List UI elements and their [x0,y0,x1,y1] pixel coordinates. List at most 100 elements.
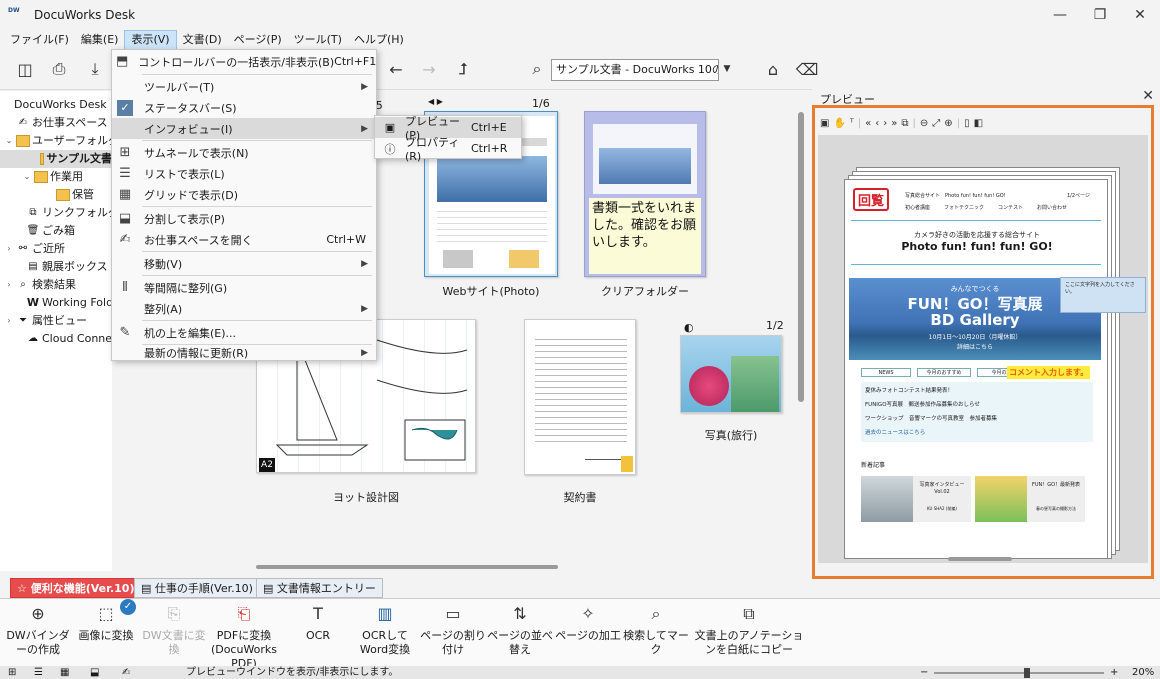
chevron-right-icon[interactable]: › [4,240,14,258]
menu-item-toolbar[interactable]: ツールバー(T) ▶ [112,76,376,97]
ocr-button[interactable]: T OCR [283,603,353,643]
download-icon[interactable]: ⤓ [84,58,106,80]
thumbnail-view-icon[interactable]: ⊞ [8,666,16,679]
zoom-out-button[interactable]: − [920,666,928,679]
workspace-icon[interactable]: ✍ [122,666,130,679]
document-thumbnail-contract[interactable] [524,319,636,475]
chevron-down-icon[interactable]: ▼ [716,58,738,80]
close-button[interactable]: ✕ [1120,0,1160,30]
menu-item-edit-desk[interactable]: ✎ 机の上を編集(E)... [112,322,376,343]
up-folder-icon[interactable]: ⮥ [452,58,474,80]
minimize-button[interactable]: — [1040,0,1080,30]
next-page-icon[interactable]: › [883,118,887,129]
tree-item-user-folder[interactable]: ⌄ ユーザーフォルダ [4,132,119,150]
print-icon[interactable]: ⎙ [48,58,70,80]
maximize-button[interactable]: ❐ [1080,0,1120,30]
zoom-in-button[interactable]: + [1110,666,1118,679]
chevron-down-icon[interactable]: ⌄ [4,132,14,150]
tree-item-desk[interactable]: DocuWorks Desk [14,96,107,114]
copy-annotations-button[interactable]: ⧉ 文書上のアノテーションを白紙にコピー [693,603,805,657]
zoom-out-icon[interactable]: ⊖ [920,118,928,129]
menu-file[interactable]: ファイル(F) [4,30,75,50]
preview-scrollbar[interactable] [948,557,1012,561]
menu-item-align-evenly[interactable]: ⦀ 等間隔に整列(G) [112,277,376,298]
vertical-scrollbar[interactable] [798,112,804,402]
list-view-icon[interactable]: ☰ [34,666,43,679]
document-thumbnail-travel-photo[interactable] [680,335,782,413]
tree-item-cloud-connect[interactable]: ☁ Cloud Connect [24,330,122,348]
zoom-slider-thumb[interactable] [1024,668,1030,678]
chevron-right-icon[interactable]: › [4,312,14,330]
search-input[interactable]: サンプル文書 - DocuWorks 10の検 [551,59,719,81]
tree-item-archive[interactable]: 保管 [54,186,94,204]
copy-page-icon[interactable]: ⧉ [901,118,908,129]
first-page-icon[interactable]: « [865,118,871,129]
back-arrow-icon[interactable]: ← [385,58,407,80]
menu-item-toggle-control-bars[interactable]: ⬒ コントロールバーの一括表示/非表示(B) Ctrl+F1 [112,51,376,72]
tree-item-work[interactable]: ⌄ 作業用 [22,168,83,186]
tree-item-working-folder[interactable]: W Working Folde [24,294,120,312]
menu-item-infoview[interactable]: インフォビュー(I) ▶ [112,118,376,139]
reorder-pages-button[interactable]: ⇅ ページの並べ替え [485,603,555,657]
convert-to-dw-button[interactable]: ⎘ DW文書に変換 [139,603,209,657]
menu-document[interactable]: 文書(D) [177,30,228,50]
tree-item-attribute-view[interactable]: › ⏷ 属性ビュー [4,312,87,330]
search-mark-button[interactable]: ⌕ 検索してマーク [621,603,691,657]
tree-item-confidential-box[interactable]: ▤ 親展ボックス [24,258,107,276]
menu-help[interactable]: ヘルプ(H) [348,30,410,50]
document-thumbnail-clear-folder[interactable]: 書類一式をいれました。確認をお願いします。 [584,111,706,277]
process-pages-button[interactable]: ✧ ページの加工 [553,603,623,643]
fit-page-icon[interactable]: ⤢ [932,118,940,129]
menu-item-split-view[interactable]: ⬓ 分割して表示(P) [112,208,376,229]
zoom-slider[interactable] [934,668,1104,678]
single-page-icon[interactable]: ▯ [964,118,970,129]
hand-icon[interactable]: ✋ [833,118,845,129]
ocr-word-button[interactable]: ▥ OCRしてWord変換 [350,603,420,657]
select-icon[interactable]: ▣ [820,118,829,129]
menu-tools[interactable]: ツール(T) [288,30,348,50]
menu-item-statusbar[interactable]: ✓ ステータスバー(S) [112,97,376,118]
chevron-right-icon[interactable]: › [4,276,14,294]
split-view-icon[interactable]: ◫ [14,58,36,80]
text-select-icon[interactable]: ᵀ [850,118,854,129]
annotation-icon[interactable]: ◧ [974,118,983,129]
convert-to-pdf-button[interactable]: ⎗ PDFに変換(DocuWorks PDF) [209,603,279,671]
menu-item-list-view[interactable]: ☰ リストで表示(L) [112,163,376,184]
split-view-icon[interactable]: ⬓ [90,666,99,679]
tree-item-trash[interactable]: 🗑 ごみ箱 [24,222,75,240]
tree-item-sample-docs[interactable]: サンプル文書 [0,150,112,168]
menu-edit[interactable]: 編集(E) [75,30,125,50]
page-layout-button[interactable]: ▭ ページの割り付け [418,603,488,657]
menu-page[interactable]: ページ(P) [228,30,288,50]
tab-useful-features[interactable]: ☆ 便利な機能(Ver.10) [10,578,142,598]
tab-doc-info-entry[interactable]: ▤ 文書情報エントリー [256,578,383,598]
add-tag-icon[interactable]: ⌂ [762,58,784,80]
window-title: DocuWorks Desk [34,8,136,22]
prev-page-icon[interactable]: ‹ [875,118,879,129]
tree-item-link-folder[interactable]: ⧉ リンクフォルダ [24,204,119,222]
menu-item-grid-view[interactable]: ▦ グリッドで表示(D) [112,184,376,205]
menu-item-align[interactable]: 整列(A) ▶ [112,298,376,319]
create-binder-button[interactable]: ⊕ DWバインダーの作成 [3,603,73,657]
forward-arrow-icon[interactable]: → [418,58,440,80]
search-icon[interactable]: ⌕ [526,58,548,80]
chevron-down-icon[interactable]: ⌄ [22,168,32,186]
menu-item-thumbnail-view[interactable]: ⊞ サムネールで表示(N) [112,142,376,163]
grid-view-icon[interactable]: ▦ [60,666,69,679]
tree-item-workspace[interactable]: ✍ お仕事スペース [14,114,108,132]
menu-item-open-workspace[interactable]: ✍ お仕事スペースを開く Ctrl+W [112,229,376,250]
zoom-in-icon[interactable]: ⊕ [944,118,952,129]
eraser-icon[interactable]: ⌫ [796,58,819,80]
preview-page[interactable]: 回覧 写真総合サイト Photo fun! fun! fun! GO! 1/2ペ… [844,179,1108,559]
last-page-icon[interactable]: » [891,118,897,129]
tree-item-neighborhood[interactable]: › ⚯ ご近所 [4,240,65,258]
menu-view[interactable]: 表示(V) [124,30,177,50]
close-icon[interactable]: ✕ [1142,88,1154,104]
horizontal-scrollbar[interactable] [256,565,558,569]
menu-item-refresh[interactable]: 最新の情報に更新(R) ▶ [112,345,376,361]
submenu-item-properties[interactable]: ⓘ プロパティ(R) Ctrl+R [375,136,521,163]
tab-work-procedures[interactable]: ▤ 仕事の手順(Ver.10) [134,578,260,598]
tree-item-search-results[interactable]: › ⌕ 検索結果 [4,276,76,294]
menu-item-move[interactable]: 移動(V) ▶ [112,253,376,274]
page-nav-icon[interactable]: ◀ ▶ [428,97,443,106]
